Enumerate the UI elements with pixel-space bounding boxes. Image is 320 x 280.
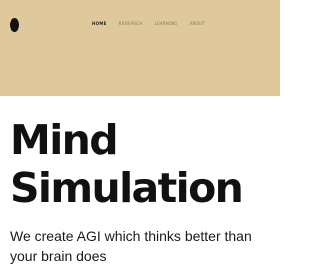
- site-header: HOME RESEARCH LEARNING ABOUT: [0, 0, 280, 96]
- nav-link-about[interactable]: ABOUT: [190, 21, 205, 26]
- hero-title-line-2: Simulation: [10, 164, 244, 212]
- nav-link-home[interactable]: HOME: [92, 21, 107, 26]
- hero-title-line-1: Mind: [10, 116, 119, 164]
- nav-link-learning[interactable]: LEARNING: [155, 21, 178, 26]
- main-nav: HOME RESEARCH LEARNING ABOUT: [92, 21, 205, 26]
- hero-subtitle: We create AGI which thinks better than y…: [10, 228, 252, 264]
- hero-section: Mind Simulation We create AGI which thin…: [10, 116, 276, 266]
- nav-link-research[interactable]: RESEARCH: [119, 21, 143, 26]
- logo[interactable]: [10, 18, 19, 32]
- hero-title: Mind Simulation: [10, 116, 276, 212]
